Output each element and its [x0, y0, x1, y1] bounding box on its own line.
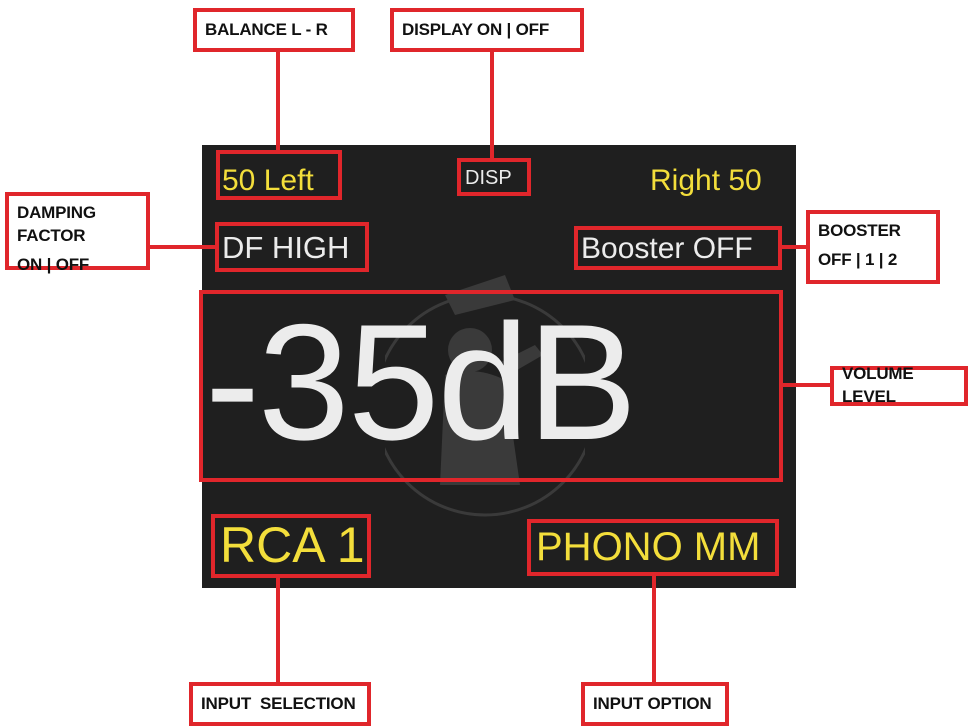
damping-connector-line	[148, 245, 216, 249]
balance-right-value: Right 50	[650, 164, 762, 197]
input-option-frame	[527, 519, 779, 576]
input-selection-frame	[211, 514, 371, 578]
damping-callout-line2: ON | OFF	[17, 254, 90, 274]
disp-frame	[457, 158, 531, 196]
booster-callout-line1: BOOSTER	[818, 221, 901, 240]
volume-level-callout: VOLUME LEVEL	[830, 364, 968, 406]
input-selection-callout: INPUT SELECTION	[189, 682, 371, 726]
display-callout: DISPLAY ON | OFF	[390, 8, 584, 52]
input-option-callout: INPUT OPTION	[581, 682, 729, 726]
input-option-connector-line	[652, 575, 656, 685]
damping-frame	[215, 222, 369, 272]
volume-connector-line	[782, 383, 834, 387]
volume-frame	[199, 290, 783, 482]
balance-connector-line	[276, 50, 280, 152]
balance-left-frame	[216, 150, 342, 200]
booster-callout-line2: OFF | 1 | 2	[818, 249, 898, 269]
booster-frame	[574, 226, 782, 270]
booster-callout: BOOSTER OFF | 1 | 2	[806, 210, 940, 284]
damping-callout-line1: DAMPING FACTOR	[17, 203, 96, 245]
display-connector-line	[490, 50, 494, 160]
balance-callout: BALANCE L - R	[193, 8, 355, 52]
damping-callout: DAMPING FACTOR ON | OFF	[5, 192, 150, 274]
input-selection-connector-line	[276, 577, 280, 685]
